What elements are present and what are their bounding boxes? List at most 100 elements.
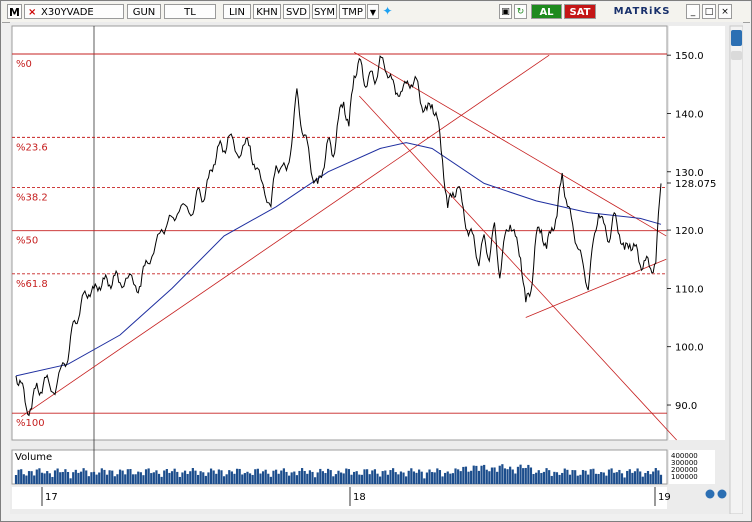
volume-bar — [105, 474, 109, 484]
volume-bar — [347, 469, 351, 484]
volume-bar — [376, 473, 379, 484]
lin-button[interactable]: LIN — [223, 4, 251, 19]
price-chart: %0%23.6%38.2%50%61.8%100150.0140.0130.01… — [10, 22, 744, 515]
khn-button[interactable]: KHN — [253, 4, 281, 19]
volume-bar — [555, 472, 559, 484]
dropdown-arrow-icon[interactable]: ▼ — [367, 4, 379, 19]
volume-bar — [124, 474, 127, 484]
volume-bar — [183, 470, 187, 484]
volume-bar — [189, 471, 192, 484]
buy-button[interactable]: AL — [531, 4, 562, 19]
volume-bar — [594, 473, 598, 484]
volume-bar — [405, 476, 408, 484]
volume-bar — [40, 472, 44, 484]
twitter-icon[interactable]: ✦ — [380, 4, 395, 19]
volume-bar — [277, 473, 280, 484]
volume-bar — [620, 473, 624, 484]
sym-button[interactable]: SYM — [312, 4, 337, 19]
fib-label-4: %61.8 — [16, 279, 48, 290]
volume-bar — [355, 471, 358, 484]
volume-bar — [464, 466, 468, 484]
volume-bar — [82, 468, 85, 484]
volume-bar — [360, 474, 364, 484]
volume-bar — [340, 472, 343, 484]
volume-bar — [217, 469, 220, 484]
volume-bar — [420, 471, 423, 484]
scroll-thumb[interactable] — [731, 51, 742, 60]
volume-bar — [449, 473, 452, 484]
zoom-out-button[interactable] — [717, 489, 727, 499]
volume-bar — [532, 474, 535, 484]
volume-bar — [350, 474, 353, 484]
volume-bar — [332, 476, 335, 484]
volume-bar — [157, 473, 161, 484]
close-icon[interactable]: × — [28, 5, 36, 20]
volume-bar — [256, 468, 259, 484]
volume-bar — [503, 468, 507, 484]
volume-bar — [548, 470, 551, 484]
symbol-box[interactable]: M — [7, 4, 22, 19]
volume-bar — [444, 472, 447, 484]
volume-bar — [20, 469, 23, 484]
volume-bar — [641, 476, 644, 484]
svd-button[interactable]: SVD — [283, 4, 310, 19]
scroll-up-button[interactable] — [731, 30, 742, 46]
volume-bar — [441, 476, 444, 484]
volume-bar — [27, 471, 31, 484]
volume-bar — [519, 464, 522, 484]
volume-bar — [329, 470, 332, 484]
zoom-in-button[interactable] — [705, 489, 715, 499]
volume-bar — [540, 473, 543, 484]
volume-bar — [326, 468, 330, 484]
volume-bar — [384, 470, 387, 484]
volume-bar — [353, 471, 356, 484]
volume-bar — [181, 472, 184, 484]
volume-bar — [509, 466, 512, 484]
volume-bar — [225, 474, 228, 484]
symbol-field[interactable]: × X30YVADE — [24, 4, 124, 19]
volume-bar — [35, 469, 38, 484]
volume-bar — [431, 472, 434, 484]
volume-bar — [290, 472, 293, 484]
volume-bar — [438, 470, 442, 484]
volume-bar — [524, 467, 527, 484]
volume-bar — [605, 475, 608, 484]
maximize-button[interactable]: □ — [702, 4, 716, 19]
volume-bar — [202, 472, 205, 484]
volume-bar — [402, 472, 405, 484]
volume-bar — [95, 474, 98, 484]
currency-button[interactable]: TL — [164, 4, 216, 19]
volume-bar — [14, 475, 18, 484]
volume-bar — [412, 471, 416, 484]
volume-bar — [602, 472, 605, 484]
tmp-button[interactable]: TMP — [339, 4, 366, 19]
lock-icon[interactable]: ▣ — [499, 4, 512, 19]
volume-bar — [563, 468, 566, 484]
volume-bar — [173, 468, 176, 484]
volume-bar — [644, 472, 647, 484]
fib-label-0: %0 — [16, 59, 32, 70]
volume-bar — [300, 468, 304, 484]
volume-bar — [170, 471, 174, 484]
volume-bar — [150, 473, 153, 484]
volume-bar — [535, 472, 538, 484]
period-button[interactable]: GUN — [127, 4, 161, 19]
volume-bar — [589, 469, 592, 484]
volume-bar — [196, 474, 200, 484]
close-button[interactable]: × — [718, 4, 732, 19]
refresh-icon[interactable]: ↻ — [514, 4, 527, 19]
volume-bar — [56, 468, 59, 484]
volume-bar — [233, 473, 236, 484]
volume-bar — [451, 473, 455, 484]
volume-label: Volume — [15, 452, 52, 463]
volume-bar — [472, 465, 475, 484]
volume-bar — [454, 468, 457, 484]
volume-bar — [459, 471, 462, 484]
volume-bar — [313, 477, 317, 484]
minimize-button[interactable]: _ — [686, 4, 700, 19]
volume-bar — [298, 470, 301, 484]
volume-bar — [373, 469, 377, 484]
volume-bar — [168, 472, 171, 484]
sell-button[interactable]: SAT — [564, 4, 596, 19]
volume-bar — [433, 472, 436, 484]
